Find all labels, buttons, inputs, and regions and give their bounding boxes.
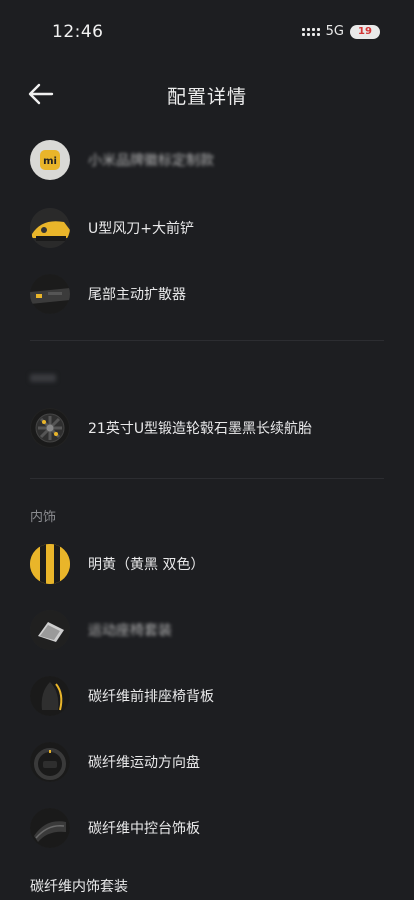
blurred-placeholder bbox=[30, 374, 56, 382]
config-item-label: 21英寸U型锻造轮毂石墨黑长续航胎 bbox=[88, 421, 313, 437]
config-item-label: 碳纤维中控台饰板 bbox=[88, 821, 200, 837]
config-item-wheels[interactable]: 21英寸U型锻造轮毂石墨黑长续航胎 bbox=[30, 404, 384, 452]
color-swatch-icon bbox=[30, 544, 70, 584]
seat-back-icon bbox=[30, 676, 70, 716]
wheel-icon bbox=[30, 408, 70, 448]
config-item-label: 明黄（黄黑 双色） bbox=[88, 557, 205, 573]
signal-icon bbox=[301, 27, 320, 36]
config-item-label: 尾部主动扩散器 bbox=[88, 287, 186, 303]
config-item-label: 运动座椅套装 bbox=[88, 623, 172, 639]
config-item-label: 碳纤维运动方向盘 bbox=[88, 755, 200, 771]
rear-diffuser-icon bbox=[30, 274, 70, 314]
page-title: 配置详情 bbox=[166, 86, 247, 108]
config-item-console-trim[interactable]: 碳纤维中控台饰板 bbox=[30, 804, 384, 852]
config-item-seat-back[interactable]: 碳纤维前排座椅背板 bbox=[30, 672, 384, 720]
config-item-seats[interactable]: 运动座椅套装 bbox=[30, 606, 384, 654]
front-wing-icon bbox=[30, 208, 70, 248]
config-item-label: 小米品牌徽标定制款 bbox=[88, 153, 214, 169]
console-trim-icon bbox=[30, 808, 70, 848]
seat-icon bbox=[30, 610, 70, 650]
config-item-bottom-label: 碳纤维内饰套装 bbox=[30, 879, 128, 895]
status-time: 12:46 bbox=[52, 22, 104, 42]
config-item-label: U型风刀+大前铲 bbox=[88, 221, 194, 237]
section-title-interior: 内饰 bbox=[30, 510, 57, 525]
status-bar: 12:46 5G 19 bbox=[0, 0, 414, 60]
config-item-interior-color[interactable]: 明黄（黄黑 双色） bbox=[30, 540, 384, 588]
config-item-badge[interactable]: mi 小米品牌徽标定制款 bbox=[30, 136, 384, 184]
divider bbox=[30, 340, 384, 341]
nav-bar: 配置详情 bbox=[0, 72, 414, 116]
svg-text:mi: mi bbox=[43, 156, 57, 167]
steering-wheel-icon bbox=[30, 742, 70, 782]
network-type: 5G bbox=[325, 24, 344, 39]
config-item-steering-wheel[interactable]: 碳纤维运动方向盘 bbox=[30, 738, 384, 786]
divider bbox=[30, 478, 384, 479]
mi-logo-icon: mi bbox=[30, 140, 70, 180]
config-item-front-wing[interactable]: U型风刀+大前铲 bbox=[30, 204, 384, 252]
battery-icon: 19 bbox=[350, 24, 380, 39]
config-item-label: 碳纤维前排座椅背板 bbox=[88, 689, 214, 705]
config-item-rear-diffuser[interactable]: 尾部主动扩散器 bbox=[30, 270, 384, 318]
status-indicators: 5G 19 bbox=[301, 24, 380, 39]
